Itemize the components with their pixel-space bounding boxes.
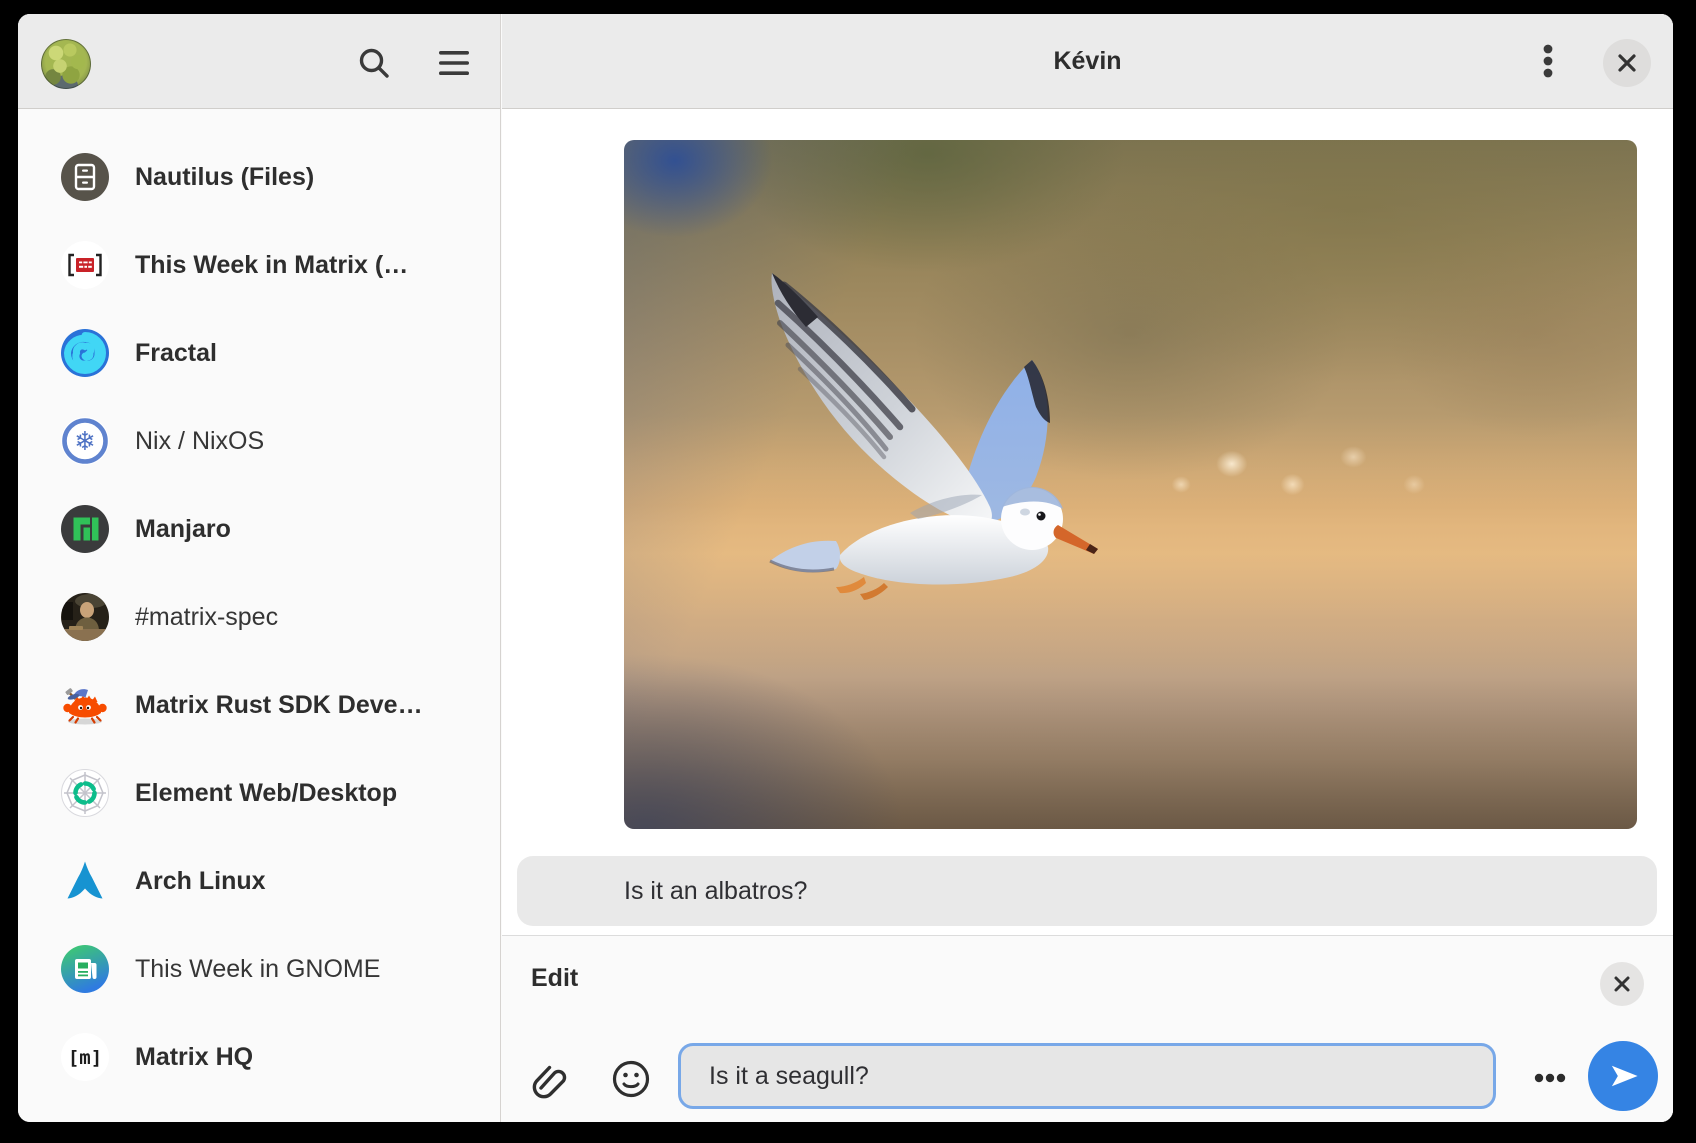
sidebar-item-element[interactable]: Element Web/Desktop <box>18 749 500 837</box>
room-label: Element Web/Desktop <box>135 749 397 837</box>
room-label: This Week in GNOME <box>135 925 380 1013</box>
sidebar-item-rust-sdk[interactable]: Matrix Rust SDK Deve… <box>18 661 500 749</box>
seagull-bird <box>714 225 1144 655</box>
room-title: Kévin <box>502 14 1673 108</box>
send-plane-icon <box>1605 1058 1641 1094</box>
this-week-in-matrix-icon <box>61 241 109 289</box>
room-label: Fractal <box>135 309 217 397</box>
room-menu-icon[interactable] <box>1528 41 1568 81</box>
sidebar-header <box>18 14 500 109</box>
sidebar-item-twim[interactable]: This Week in Matrix (… <box>18 221 500 309</box>
svg-text:❄: ❄ <box>74 427 96 457</box>
edit-mode-label: Edit <box>531 964 578 993</box>
sidebar-item-manjaro[interactable]: Manjaro <box>18 485 500 573</box>
sidebar-item-nautilus[interactable]: Nautilus (Files) <box>18 133 500 221</box>
room-label: Nautilus (Files) <box>135 133 314 221</box>
this-week-in-gnome-icon <box>61 945 109 993</box>
fractal-icon <box>61 329 109 377</box>
sidebar-item-matrix-hq[interactable]: [m] Matrix HQ <box>18 1013 500 1101</box>
search-icon[interactable] <box>357 46 391 80</box>
more-options-icon[interactable] <box>1528 1056 1572 1100</box>
manjaro-icon <box>61 505 109 553</box>
sidebar-item-arch[interactable]: Arch Linux <box>18 837 500 925</box>
nixos-icon: ❄ <box>61 417 109 465</box>
sidebar-item-fractal[interactable]: Fractal <box>18 309 500 397</box>
message-history: Is it an albatros? <box>502 109 1673 935</box>
room-label: Arch Linux <box>135 837 266 925</box>
fractal-window: Nautilus (Files) This Week in Matrix (… … <box>18 14 1673 1122</box>
room-list: Nautilus (Files) This Week in Matrix (… … <box>18 109 500 1122</box>
room-label: #matrix-spec <box>135 573 278 661</box>
message-being-edited[interactable]: Is it an albatros? <box>517 856 1657 926</box>
sidebar: Nautilus (Files) This Week in Matrix (… … <box>18 14 501 1122</box>
message-text: Is it an albatros? <box>624 856 807 926</box>
account-avatar[interactable] <box>41 39 91 89</box>
svg-text:[m]: [m] <box>68 1047 102 1069</box>
chat-header: Kévin <box>502 14 1673 109</box>
nautilus-files-icon <box>61 153 109 201</box>
room-label: This Week in Matrix (… <box>135 221 408 309</box>
element-icon <box>61 769 109 817</box>
attach-file-icon[interactable] <box>528 1058 570 1100</box>
room-label: Matrix HQ <box>135 1013 253 1101</box>
seagull-photo-attachment[interactable] <box>624 140 1637 829</box>
sidebar-item-twig[interactable]: This Week in GNOME <box>18 925 500 1013</box>
room-label: Nix / NixOS <box>135 397 264 485</box>
room-label: Matrix Rust SDK Deve… <box>135 661 423 749</box>
sidebar-item-matrix-spec[interactable]: #matrix-spec <box>18 573 500 661</box>
close-room-button[interactable] <box>1603 39 1651 87</box>
cancel-edit-button[interactable] <box>1600 962 1644 1006</box>
emoji-picker-icon[interactable] <box>610 1058 652 1100</box>
message-input[interactable] <box>678 1043 1496 1109</box>
chat-pane: Kévin <box>502 14 1673 1122</box>
close-icon <box>1612 974 1632 994</box>
matrix-spec-avatar-photo <box>61 593 109 641</box>
sidebar-item-nixos[interactable]: ❄ Nix / NixOS <box>18 397 500 485</box>
close-icon <box>1616 52 1638 74</box>
rust-ferris-icon <box>61 681 109 729</box>
edit-panel: Edit <box>502 935 1673 1122</box>
main-menu-icon[interactable] <box>437 49 471 83</box>
matrix-hq-icon: [m] <box>61 1033 109 1081</box>
arch-linux-icon <box>61 857 109 905</box>
send-message-button[interactable] <box>1588 1041 1658 1111</box>
room-label: Manjaro <box>135 485 231 573</box>
